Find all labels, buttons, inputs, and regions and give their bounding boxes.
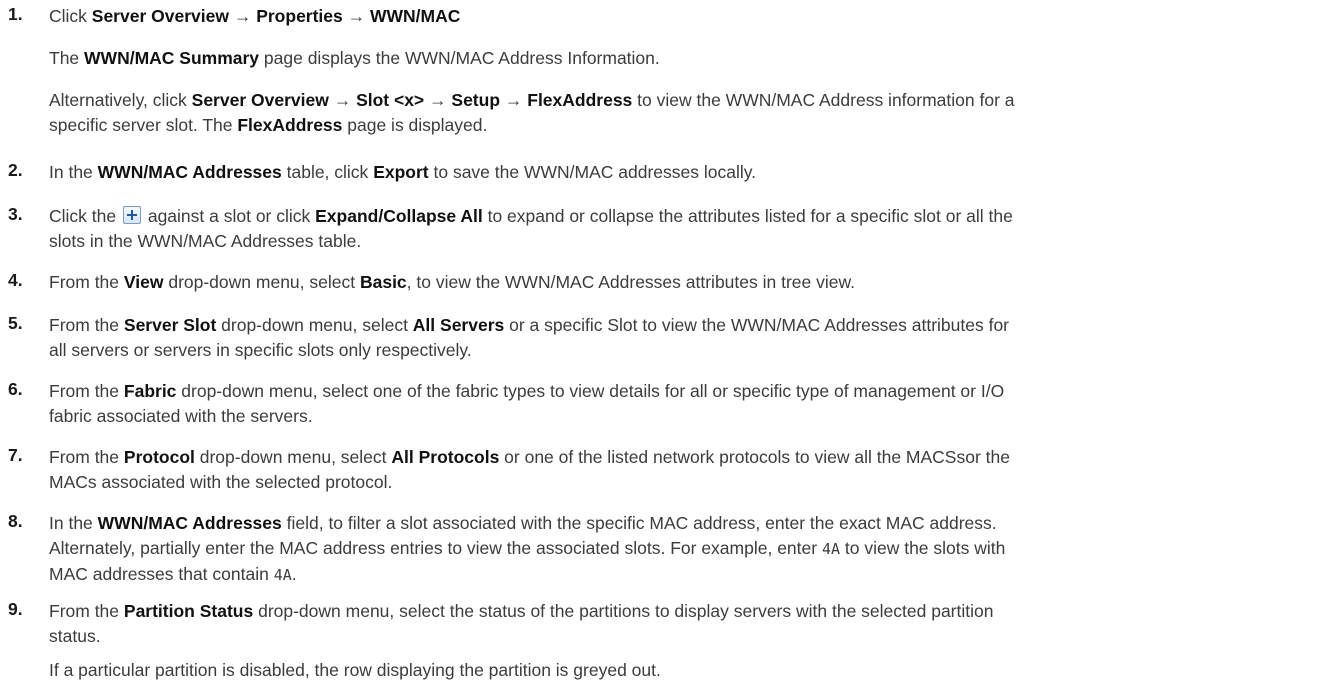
step-text: Click Server Overview → Properties → WWN… xyxy=(49,4,1319,29)
document-page: 1. Click Server Overview → Properties → … xyxy=(0,0,1333,688)
step-1-line-1: Click Server Overview → Properties → WWN… xyxy=(49,6,461,26)
step-number: 5. xyxy=(8,313,23,333)
step-number: 3. xyxy=(8,204,23,224)
step-number: 2. xyxy=(8,160,23,180)
plus-icon xyxy=(122,206,141,224)
step-text: From the View drop-down menu, select Bas… xyxy=(49,272,856,292)
step-text: From the Protocol drop-down menu, select… xyxy=(49,447,1010,492)
step-9-note: If a particular partition is disabled, t… xyxy=(49,660,661,680)
step-number: 7. xyxy=(8,445,23,465)
step-number: 4. xyxy=(8,270,23,290)
step-text: In the WWN/MAC Addresses field, to filte… xyxy=(49,513,1006,584)
step-number: 6. xyxy=(8,379,23,399)
step-1-note: The WWN/MAC Summary page displays the WW… xyxy=(49,48,660,68)
step-number: 9. xyxy=(8,599,23,619)
step-1-alternative: Alternatively, click Server Overview → S… xyxy=(49,90,1015,135)
step-text: In the WWN/MAC Addresses table, click Ex… xyxy=(49,162,757,182)
step-text: From the Fabric drop-down menu, select o… xyxy=(49,381,1005,426)
step-text: From the Partition Status drop-down menu… xyxy=(49,601,994,646)
step-number: 8. xyxy=(8,511,23,531)
step-number: 1. xyxy=(8,4,23,24)
step-text: From the Server Slot drop-down menu, sel… xyxy=(49,315,1010,360)
step-text: Click the against a slot or click Expand… xyxy=(49,206,1013,251)
